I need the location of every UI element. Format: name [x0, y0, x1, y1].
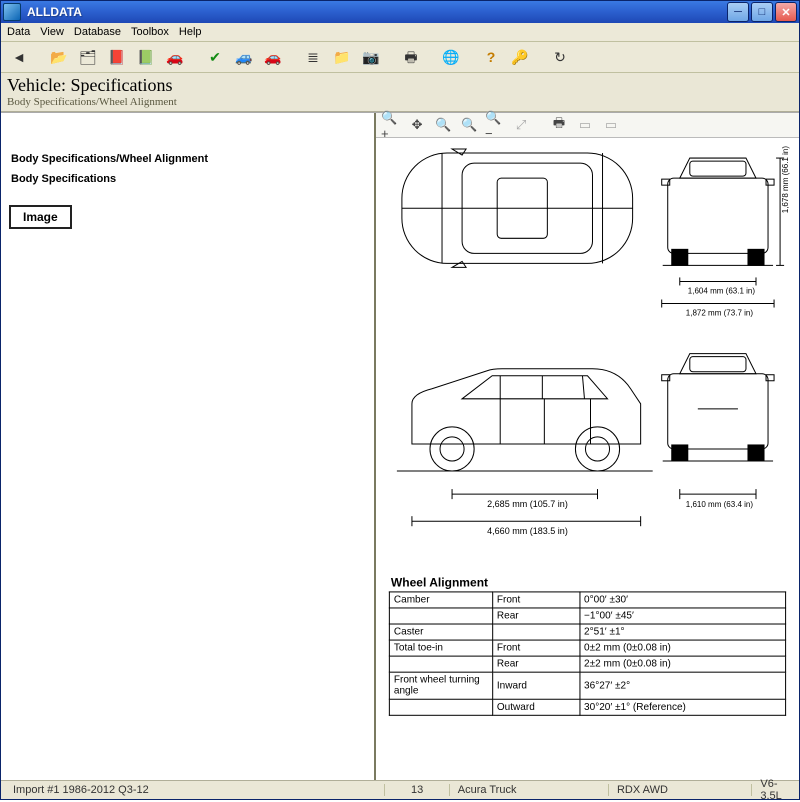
zoom-in-icon[interactable]: 🔍+: [380, 114, 402, 136]
page-title: Vehicle: Specifications: [7, 75, 793, 96]
status-year: 13: [385, 784, 449, 796]
car-red-icon[interactable]: 🚗: [261, 45, 285, 69]
zoom-out-icon[interactable]: 🔍−: [484, 114, 506, 136]
page-setup-icon[interactable]: ▭: [574, 114, 596, 136]
table-row: Front wheel turning angleInward36°27′ ±2…: [389, 672, 785, 699]
wheel-alignment-title: Wheel Alignment: [391, 575, 784, 589]
book-green-icon[interactable]: 📗: [134, 45, 158, 69]
table-row: CamberFront0°00′ ±30′: [389, 592, 785, 608]
list-icon[interactable]: ≣: [301, 45, 325, 69]
zoom-region-icon[interactable]: 🔍: [432, 114, 454, 136]
book-red-icon[interactable]: 📕: [105, 45, 129, 69]
navigation-pane: Body Specifications/Wheel Alignment Body…: [1, 113, 376, 780]
nav-heading-1: Body Specifications/Wheel Alignment: [11, 153, 364, 165]
print-icon[interactable]: 🖶: [399, 45, 423, 69]
image-toolbar: 🔍+ ✥ 🔍 🔍 🔍− ⤢ 🖶 ▭ ▭: [376, 113, 799, 138]
menu-view[interactable]: View: [40, 26, 64, 38]
table-row: Outward30°20′ ±1° (Reference): [389, 699, 785, 715]
globe-icon[interactable]: 🌐: [439, 45, 463, 69]
zoom-reset-icon[interactable]: ⤢: [510, 114, 532, 136]
check-icon[interactable]: ✔: [203, 45, 227, 69]
dim-wheelbase: 2,685 mm (105.7 in): [487, 499, 568, 509]
menu-data[interactable]: Data: [7, 26, 30, 38]
image-pane: 🔍+ ✥ 🔍 🔍 🔍− ⤢ 🖶 ▭ ▭: [376, 113, 799, 780]
window-title: ALLDATA: [25, 5, 727, 19]
menu-toolbox[interactable]: Toolbox: [131, 26, 169, 38]
table-row: Rear2±2 mm (0±0.08 in): [389, 656, 785, 672]
maximize-button[interactable]: □: [751, 2, 773, 22]
table-row: Total toe-inFront0±2 mm (0±0.08 in): [389, 640, 785, 656]
zoom-actual-icon[interactable]: 🔍: [458, 114, 480, 136]
pan-icon[interactable]: ✥: [406, 114, 428, 136]
status-make: Acura Truck: [450, 784, 609, 796]
image-print-icon[interactable]: 🖶: [548, 114, 570, 136]
back-button[interactable]: ◄: [7, 45, 31, 69]
library-icon[interactable]: 🗂: [76, 45, 100, 69]
car-blue-icon[interactable]: 🚙: [232, 45, 256, 69]
multi-page-icon[interactable]: ▭: [600, 114, 622, 136]
nav-heading-2: Body Specifications: [11, 173, 364, 185]
vehicle-diagram: 1,678 mm (66.1 in) 1,604 mm (63.1 in) 1,…: [376, 138, 799, 780]
status-bar: Import #1 1986-2012 Q3-12 13 Acura Truck…: [1, 780, 799, 799]
dim-track-r: 1,872 mm (73.7 in): [686, 309, 754, 318]
close-button[interactable]: ✕: [775, 2, 797, 22]
menu-database[interactable]: Database: [74, 26, 121, 38]
help-icon[interactable]: ?: [479, 45, 503, 69]
app-icon: [3, 3, 21, 21]
breadcrumb: Body Specifications/Wheel Alignment: [7, 96, 793, 108]
status-model: RDX AWD: [609, 784, 752, 796]
dim-length: 4,660 mm (183.5 in): [487, 526, 568, 536]
minimize-button[interactable]: ─: [727, 2, 749, 22]
dim-width: 1,610 mm (63.4 in): [686, 500, 754, 509]
image-button[interactable]: Image: [9, 205, 72, 229]
folder-icon[interactable]: 📁: [330, 45, 354, 69]
menu-help[interactable]: Help: [179, 26, 202, 38]
vehicle-icon[interactable]: 🚗: [163, 45, 187, 69]
menu-bar: Data View Database Toolbox Help: [1, 23, 799, 42]
title-bar: ALLDATA ─ □ ✕: [1, 1, 799, 23]
refresh-icon[interactable]: ↻: [548, 45, 572, 69]
workspace: Body Specifications/Wheel Alignment Body…: [1, 112, 799, 780]
main-toolbar: ◄ 📂 🗂 📕 📗 🚗 ✔ 🚙 🚗 ≣ 📁 📷 🖶 🌐 ? 🔑 ↻: [1, 42, 799, 73]
open-icon[interactable]: 📂: [47, 45, 71, 69]
window-buttons: ─ □ ✕: [727, 2, 797, 22]
status-engine: V6-3.5L: [752, 778, 795, 802]
table-row: Rear−1°00′ ±45′: [389, 608, 785, 624]
dim-track-f: 1,604 mm (63.1 in): [688, 286, 756, 295]
key-icon[interactable]: 🔑: [508, 45, 532, 69]
table-row: Caster2°51′ ±1°: [389, 624, 785, 640]
vehicle-header: Vehicle: Specifications Body Specificati…: [1, 73, 799, 112]
status-import: Import #1 1986-2012 Q3-12: [5, 784, 385, 796]
camera-icon[interactable]: 📷: [359, 45, 383, 69]
wheel-alignment-table: CamberFront0°00′ ±30′ Rear−1°00′ ±45′ Ca…: [389, 591, 786, 715]
app-window: ALLDATA ─ □ ✕ Data View Database Toolbox…: [0, 0, 800, 800]
dim-height: 1,678 mm (66.1 in): [781, 146, 790, 214]
